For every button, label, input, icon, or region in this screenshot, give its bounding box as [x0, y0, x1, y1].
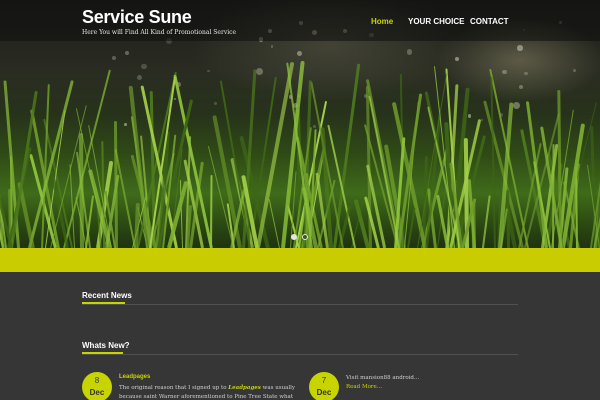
news-date-badge: 8 Dec: [82, 372, 112, 400]
news-date-month: Dec: [316, 388, 332, 397]
bokeh-light: [297, 51, 303, 57]
nav-home[interactable]: Home: [371, 17, 393, 26]
bokeh-light: [454, 57, 459, 62]
bokeh-light: [467, 114, 472, 118]
recent-news-divider: [82, 304, 518, 305]
bokeh-light: [518, 84, 523, 89]
bokeh-light: [124, 123, 127, 127]
nav-contact[interactable]: CONTACT: [470, 17, 509, 26]
site-header: Service Sune Here You will Find All Kind…: [0, 0, 600, 41]
bokeh-light: [141, 64, 147, 70]
news-excerpt: Visit mansion88 android... Read More...: [346, 374, 516, 392]
grass-blade: [481, 195, 491, 248]
bokeh-light: [517, 45, 523, 51]
news-excerpt-text-after: was usually: [260, 385, 296, 391]
bokeh-light: [111, 55, 117, 61]
bokeh-light: [524, 71, 528, 75]
bokeh-light: [512, 102, 520, 109]
bokeh-light: [255, 68, 263, 75]
bokeh-light: [213, 101, 217, 106]
news-date-month: Dec: [89, 388, 105, 397]
nav-your-choice[interactable]: YOUR CHOICE: [408, 17, 464, 26]
bokeh-light: [174, 97, 177, 100]
bokeh-light: [136, 74, 143, 81]
bokeh-light: [480, 118, 484, 122]
grass-blade: [113, 121, 118, 248]
site-title[interactable]: Service Sune: [82, 7, 192, 28]
site-tagline: Here You will Find All Kind of Promotion…: [82, 29, 237, 36]
news-excerpt-line2: because saint Warner aforementioned to P…: [119, 394, 294, 400]
news-date-day: 7: [321, 376, 327, 385]
bokeh-light: [502, 69, 507, 74]
whats-new-heading: Whats New?: [82, 341, 130, 350]
accent-band: [0, 248, 600, 272]
grass-blade: [210, 174, 213, 248]
bokeh-light: [313, 125, 316, 128]
bokeh-light: [207, 69, 211, 73]
read-more-link[interactable]: Read More...: [346, 384, 382, 390]
bokeh-light: [270, 45, 274, 48]
recent-news-heading: Recent News: [82, 291, 132, 300]
bokeh-light: [573, 69, 576, 72]
news-date-badge: 7 Dec: [309, 372, 339, 400]
news-excerpt-link[interactable]: Leadpages: [228, 385, 261, 391]
whats-new-divider: [82, 354, 518, 355]
news-excerpt-text: The original reason that I signed up to: [119, 385, 229, 391]
grass-blade: [268, 198, 281, 248]
slider-dot-1[interactable]: [291, 234, 297, 240]
news-excerpt: The original reason that I signed up to …: [119, 384, 319, 400]
news-title[interactable]: Leadpages: [119, 374, 150, 380]
slider-dot-2[interactable]: [302, 234, 308, 240]
bokeh-light: [124, 50, 130, 56]
bokeh-light: [406, 49, 413, 56]
grass-blade: [407, 207, 416, 248]
news-date-day: 8: [94, 376, 100, 385]
news-title-2[interactable]: Visit mansion88 android...: [346, 375, 419, 381]
